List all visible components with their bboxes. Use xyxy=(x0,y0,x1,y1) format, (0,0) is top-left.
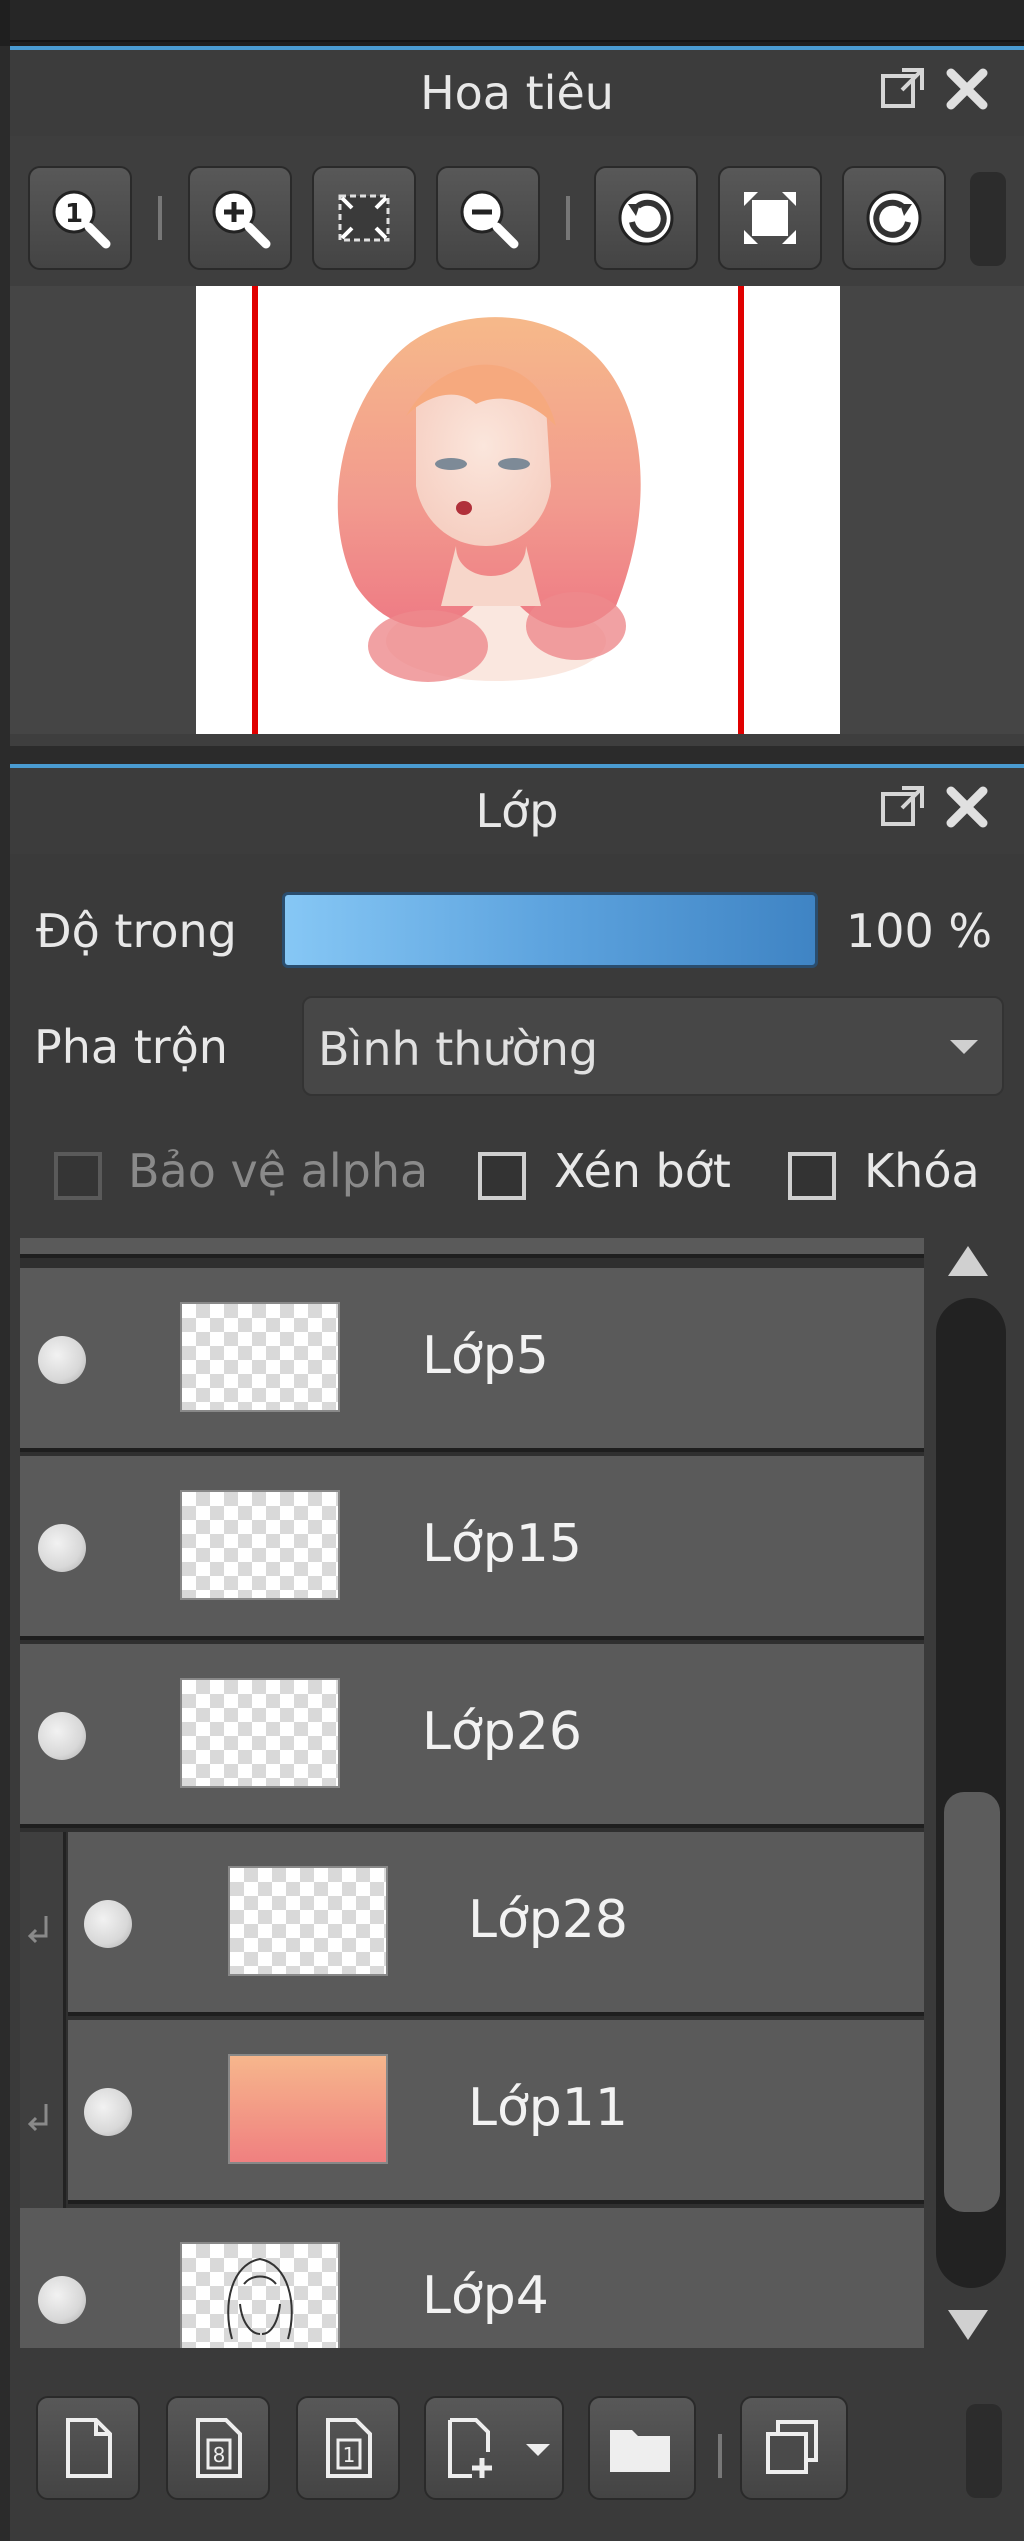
layer-row-partial[interactable] xyxy=(20,1238,924,1258)
clipping-group-indicator xyxy=(20,1832,66,2208)
undock-icon[interactable] xyxy=(878,782,928,832)
layer-toolbar: 8 1 xyxy=(10,2384,1024,2524)
chevron-down-icon xyxy=(526,2444,550,2456)
reset-view-icon[interactable] xyxy=(718,166,822,270)
blend-mode-select[interactable]: Bình thường xyxy=(302,996,1004,1096)
visibility-toggle-icon[interactable] xyxy=(38,1336,86,1384)
toolbar-separator xyxy=(158,196,162,240)
toolbar-separator xyxy=(718,2434,722,2478)
layer-list-scrollbar[interactable] xyxy=(930,1238,1024,2348)
layer-name: Lớp4 xyxy=(422,2266,549,2326)
svg-text:1: 1 xyxy=(343,2443,356,2467)
layer-thumbnail xyxy=(228,2054,388,2164)
svg-text:8: 8 xyxy=(213,2443,226,2467)
layer-name: Lớp28 xyxy=(468,1890,628,1950)
layer-row[interactable]: Lớp26 xyxy=(20,1644,924,1828)
layer-name: Lớp5 xyxy=(422,1326,549,1386)
close-icon[interactable] xyxy=(942,782,992,832)
layer-row-clipped[interactable]: Lớp28 xyxy=(68,1832,924,2016)
undock-icon[interactable] xyxy=(878,64,928,114)
clipping-checkbox[interactable] xyxy=(478,1152,526,1200)
navigator-panel: Hoa tiêu 1 xyxy=(10,46,1024,746)
layer-name: Lớp11 xyxy=(468,2078,628,2138)
navigator-toolbar: 1 xyxy=(10,166,1024,272)
lock-checkbox[interactable] xyxy=(788,1152,836,1200)
lock-label: Khóa xyxy=(864,1144,980,1198)
canvas-thumbnail xyxy=(196,286,840,734)
navigator-preview[interactable] xyxy=(10,286,1024,734)
opacity-label: Độ trong xyxy=(36,904,237,958)
toolbar-separator xyxy=(566,196,570,240)
layer-list: Lớp5 Lớp15 Lớp26 Lớp28 Lớp11 Lớp4 xyxy=(20,1238,924,2348)
scroll-thumb[interactable] xyxy=(944,1792,1000,2212)
scroll-up-icon[interactable] xyxy=(948,1246,988,1276)
new-1bit-layer-icon[interactable]: 1 xyxy=(296,2396,400,2500)
top-strip xyxy=(0,0,1024,46)
visibility-toggle-icon[interactable] xyxy=(84,2088,132,2136)
layer-thumbnail xyxy=(228,1866,388,1976)
visibility-toggle-icon[interactable] xyxy=(38,1524,86,1572)
toolbar-overflow-handle[interactable] xyxy=(970,172,1006,266)
new-layer-icon[interactable] xyxy=(36,2396,140,2500)
layers-title: Lớp xyxy=(475,784,559,838)
scroll-down-icon[interactable] xyxy=(948,2310,988,2340)
canvas-guide-right xyxy=(738,286,744,734)
layer-thumbnail xyxy=(180,2242,340,2348)
layer-thumbnail xyxy=(180,1490,340,1600)
canvas-guide-left xyxy=(252,286,258,734)
blend-mode-label: Pha trộn xyxy=(34,1020,228,1074)
duplicate-layer-icon[interactable] xyxy=(740,2396,848,2500)
rotate-left-icon[interactable] xyxy=(594,166,698,270)
new-8bit-layer-icon[interactable]: 8 xyxy=(166,2396,270,2500)
chevron-down-icon xyxy=(950,1040,978,1054)
clipping-label: Xén bớt xyxy=(554,1144,731,1198)
navigator-titlebar: Hoa tiêu xyxy=(10,50,1024,136)
visibility-toggle-icon[interactable] xyxy=(38,1712,86,1760)
visibility-toggle-icon[interactable] xyxy=(84,1900,132,1948)
layer-thumbnail xyxy=(180,1678,340,1788)
layer-name: Lớp15 xyxy=(422,1514,582,1574)
opacity-slider[interactable] xyxy=(282,892,818,968)
layers-panel: Lớp Độ trong 100 % Pha trộn Bình thường … xyxy=(10,764,1024,2541)
add-special-layer-icon[interactable] xyxy=(424,2396,564,2500)
fit-screen-icon[interactable] xyxy=(312,166,416,270)
rotate-right-icon[interactable] xyxy=(842,166,946,270)
opacity-value: 100 % xyxy=(846,904,993,958)
close-icon[interactable] xyxy=(942,64,992,114)
actual-size-icon[interactable]: 1 xyxy=(28,166,132,270)
svg-text:1: 1 xyxy=(65,199,83,229)
visibility-toggle-icon[interactable] xyxy=(38,2276,86,2324)
zoom-out-icon[interactable] xyxy=(436,166,540,270)
toolbar-overflow-handle[interactable] xyxy=(966,2404,1002,2498)
protect-alpha-checkbox[interactable] xyxy=(54,1152,102,1200)
layer-name: Lớp26 xyxy=(422,1702,582,1762)
layer-row[interactable]: Lớp4 xyxy=(20,2208,924,2348)
navigator-title: Hoa tiêu xyxy=(420,66,614,120)
protect-alpha-label: Bảo vệ alpha xyxy=(128,1144,429,1198)
new-folder-icon[interactable] xyxy=(588,2396,696,2500)
layer-row[interactable]: Lớp5 xyxy=(20,1268,924,1452)
layer-row[interactable]: Lớp15 xyxy=(20,1456,924,1640)
layer-row-clipped[interactable]: Lớp11 xyxy=(68,2020,924,2204)
layers-titlebar: Lớp xyxy=(10,768,1024,854)
layer-thumbnail xyxy=(180,1302,340,1412)
zoom-in-icon[interactable] xyxy=(188,166,292,270)
blend-mode-value: Bình thường xyxy=(318,1022,599,1076)
